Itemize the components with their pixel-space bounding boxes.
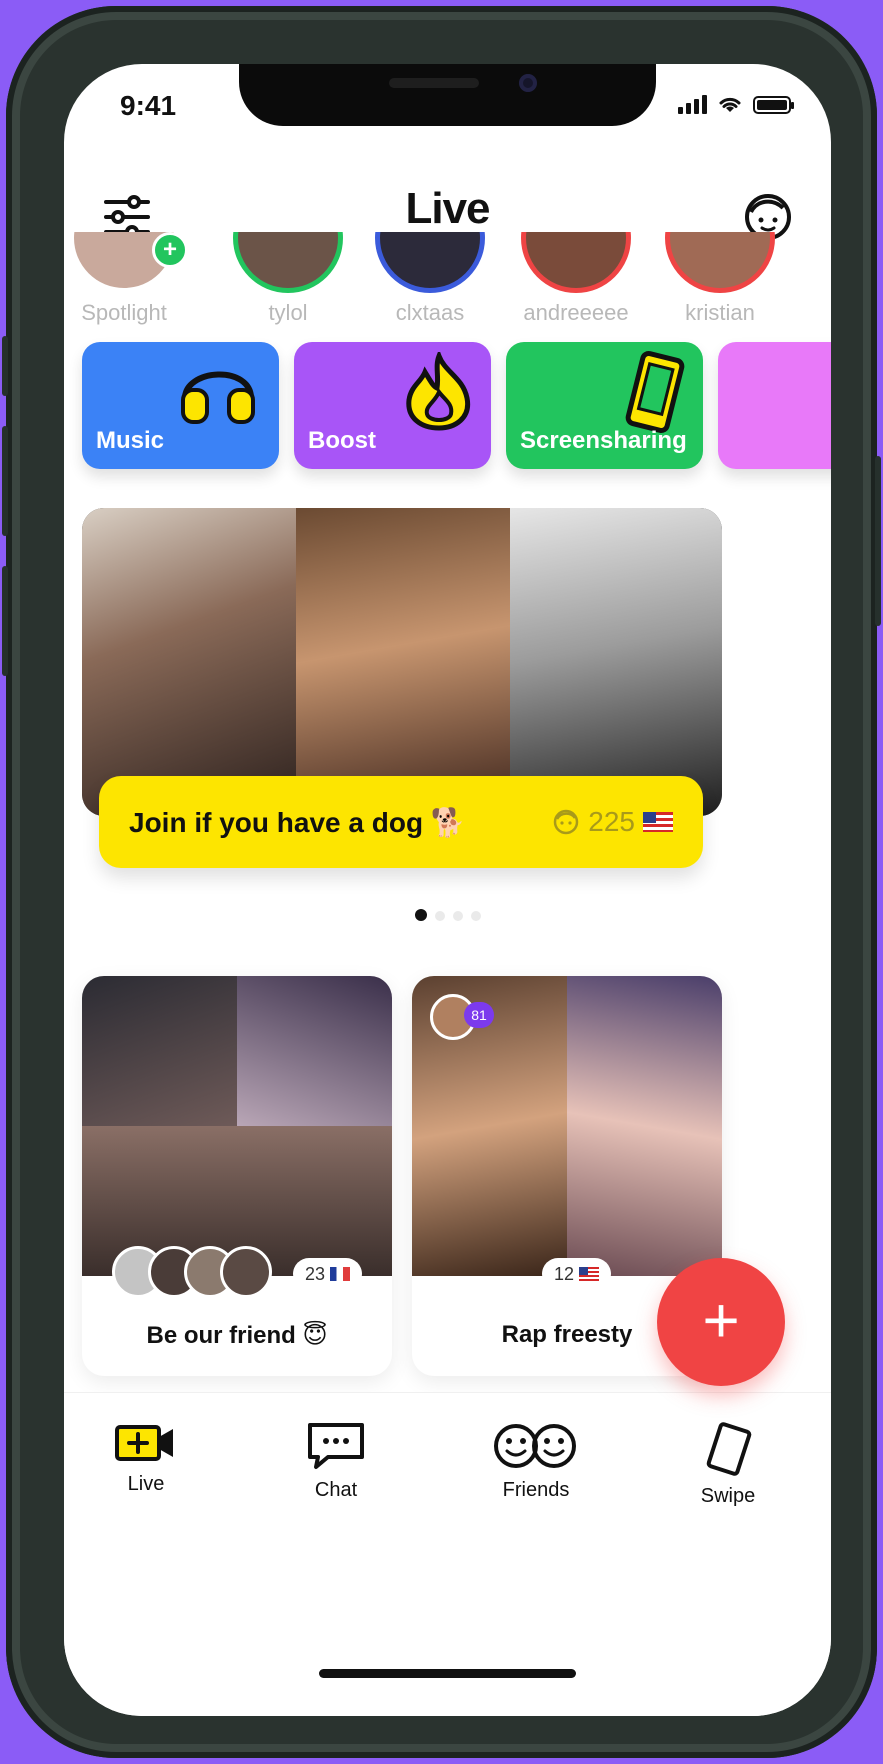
story-name: kristian <box>685 300 755 325</box>
battery-icon <box>753 96 794 114</box>
power-button <box>875 456 881 626</box>
live-video-icon <box>115 1425 173 1461</box>
headphones-icon <box>181 371 255 424</box>
notch <box>239 64 656 126</box>
tab-label: Swipe <box>700 1485 756 1507</box>
hero-video-panel <box>296 508 510 816</box>
stories-row: + Spotlight tylol clxtaas andreeeee kris… <box>64 232 831 352</box>
swipe-card-icon <box>706 1422 752 1476</box>
participant-avatar <box>220 1246 272 1298</box>
tab-label: Friends <box>502 1479 570 1501</box>
story-clxtaas[interactable]: clxtaas <box>370 232 490 326</box>
viewer-face-icon <box>554 809 579 835</box>
wifi-icon <box>719 97 741 112</box>
volume-up-button <box>2 426 8 536</box>
fr-flag-icon <box>330 1267 350 1281</box>
count-value: 23 <box>304 1264 325 1284</box>
feature-label: Screensharing <box>520 427 687 454</box>
room-card[interactable]: 23 Be our friend 😇 <box>82 976 392 1376</box>
room-video-grid <box>82 976 392 1276</box>
hero-video-panel <box>82 508 296 816</box>
mute-switch <box>2 336 8 396</box>
chat-bubble-icon <box>308 1423 364 1469</box>
feature-card-partial[interactable] <box>718 342 831 469</box>
tab-friends[interactable]: Friends <box>466 1421 606 1502</box>
feature-card-music[interactable]: Music <box>82 342 279 469</box>
page-dot[interactable] <box>452 911 463 921</box>
us-flag-icon <box>579 1267 600 1281</box>
feature-card-screensharing[interactable]: Screensharing <box>506 342 703 469</box>
avatar <box>380 232 480 288</box>
tab-label: Live <box>127 1473 165 1495</box>
host-level-badge: 81 <box>464 1002 494 1028</box>
earpiece-speaker <box>389 78 479 88</box>
create-room-button[interactable]: + <box>657 1258 785 1386</box>
feature-label: Boost <box>308 427 376 454</box>
story-name: Spotlight <box>81 300 167 325</box>
status-icons <box>678 94 794 114</box>
feature-card-boost[interactable]: Boost <box>294 342 491 469</box>
story-tylol[interactable]: tylol <box>228 232 348 326</box>
page-title: Live <box>405 184 490 233</box>
page-dot[interactable] <box>434 911 445 921</box>
tab-swipe[interactable]: Swipe <box>658 1421 798 1508</box>
page-dot[interactable] <box>470 911 481 921</box>
fire-icon <box>406 352 471 431</box>
viewer-count-value: 225 <box>588 806 635 837</box>
hero-viewer-count: 225 <box>552 806 673 838</box>
home-indicator[interactable] <box>319 1669 576 1678</box>
us-flag-icon <box>643 812 673 832</box>
room-viewer-count: 23 <box>292 1258 362 1290</box>
cellular-signal-icon <box>678 95 707 114</box>
room-title: Be our friend 😇 <box>146 1322 328 1349</box>
page-dot-active[interactable] <box>414 909 427 921</box>
avatar <box>670 232 770 288</box>
phone-frame: 9:41 Live + Spotlight tylol clxtaas andr… <box>2 6 881 1758</box>
room-viewer-count: 12 <box>542 1258 612 1290</box>
hero-video-panel <box>510 508 722 816</box>
bottom-tab-bar: Live Chat Friends Swipe <box>64 1392 831 1716</box>
story-name: andreeeee <box>523 300 629 325</box>
add-spotlight-badge[interactable]: + <box>152 232 188 268</box>
volume-down-button <box>2 566 8 676</box>
feature-label: Music <box>96 427 165 454</box>
tab-chat[interactable]: Chat <box>266 1421 406 1502</box>
tab-label: Chat <box>314 1479 358 1501</box>
friends-faces-icon <box>494 1424 576 1468</box>
carousel-page-indicator[interactable] <box>64 908 831 926</box>
status-time: 9:41 <box>120 90 177 121</box>
hero-caption-bar[interactable]: Join if you have a dog 🐕 225 <box>99 776 703 868</box>
hero-live-room[interactable] <box>82 508 722 816</box>
phone-icon <box>625 351 685 433</box>
tab-live[interactable]: Live <box>76 1421 216 1496</box>
count-value: 12 <box>554 1264 575 1284</box>
hero-room-title: Join if you have a dog 🐕 <box>129 807 466 838</box>
story-kristian[interactable]: kristian <box>660 232 780 326</box>
story-name: clxtaas <box>395 300 465 325</box>
app-screen: 9:41 Live + Spotlight tylol clxtaas andr… <box>64 64 831 1716</box>
story-andreeeee[interactable]: andreeeee <box>516 232 636 326</box>
story-spotlight[interactable]: + Spotlight <box>64 232 188 326</box>
avatar <box>238 232 338 288</box>
story-name: tylol <box>268 300 308 325</box>
avatar <box>526 232 626 288</box>
front-camera <box>519 74 537 92</box>
